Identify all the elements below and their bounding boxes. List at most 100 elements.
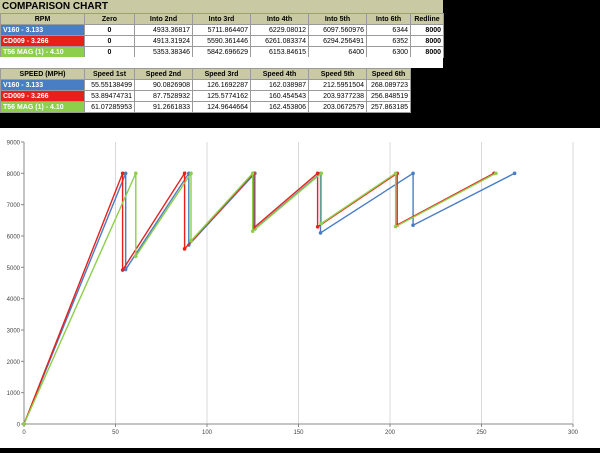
- empty-cell: [410, 79, 444, 91]
- rpm-row-label: CD009 - 3.266: [0, 35, 85, 47]
- rpm-table: RPM Zero Into 2nd Into 3rd Into 4th Into…: [0, 13, 444, 58]
- data-point: [182, 247, 187, 251]
- rpm-cell: 5842.696629: [192, 46, 251, 58]
- data-point: [393, 171, 398, 176]
- speed-row: CD009 - 3.266 53.89474731 87.7528932 125.57…: [0, 90, 444, 102]
- speed-table: SPEED (MPH) Speed 1st Speed 2nd Speed 3r…: [0, 68, 444, 113]
- data-point: [315, 224, 320, 229]
- rpm-cell: 6294.256491: [308, 35, 367, 47]
- speed-mph-header: SPEED (MPH): [0, 68, 85, 80]
- rpm-header-row: RPM Zero Into 2nd Into 3rd Into 4th Into…: [0, 13, 444, 25]
- speed-row: T56 MAG (1) - 4.10 61.07285953 91.2661833 1…: [0, 101, 444, 113]
- speed-cell: 55.55138499: [84, 79, 135, 91]
- empty-cell: [410, 101, 444, 113]
- speed-cell: 203.9377238: [308, 90, 367, 102]
- speed-1st-header: Speed 1st: [84, 68, 135, 80]
- into-5th-header: Into 5th: [308, 13, 367, 25]
- data-point: [494, 171, 498, 176]
- speed-cell: 257.863185: [366, 101, 411, 113]
- rpm-cell: 4933.36817: [134, 24, 193, 36]
- speed-4th-header: Speed 4th: [250, 68, 309, 80]
- speed-cell: 268.089723: [366, 79, 411, 91]
- rpm-row-label: T56 MAG (1) - 4.10: [0, 46, 85, 58]
- speed-cell: 162.453806: [250, 101, 309, 113]
- rpm-cell: 8000: [410, 35, 444, 47]
- rpm-cell: 0: [84, 24, 135, 36]
- rpm-cell: 4913.31924: [134, 35, 193, 47]
- rpm-cell: 6400: [308, 46, 367, 58]
- data-point: [318, 231, 323, 235]
- y-tick-label: 5000: [7, 266, 21, 272]
- data-point: [133, 254, 138, 259]
- rpm-row-label: V160 - 3.133: [0, 24, 85, 36]
- y-tick-label: 3000: [7, 329, 21, 335]
- speed-row: V160 - 3.133 55.55138499 90.0826908 126.169…: [0, 79, 444, 91]
- rpm-cell: 0: [84, 35, 135, 47]
- data-point: [250, 171, 255, 176]
- table-gap: [0, 57, 443, 68]
- data-point: [512, 171, 517, 176]
- speed-row-label: V160 - 3.133: [0, 79, 85, 91]
- x-tick-label: 100: [202, 430, 213, 436]
- rpm-cell: 6229.08012: [250, 24, 309, 36]
- y-tick-label: 7000: [7, 203, 21, 209]
- speed-cell: 160.454543: [250, 90, 309, 102]
- rpm-cell: 5590.361446: [192, 35, 251, 47]
- speed-cell: 162.038987: [250, 79, 309, 91]
- rpm-vs-speed-chart: 0 1000 2000 3000 4000 5000 6000 7000 8000 9000 0 50…: [7, 141, 579, 437]
- into-4th-header: Into 4th: [250, 13, 309, 25]
- speed-3rd-header: Speed 3rd: [192, 68, 251, 80]
- speed-cell: 90.0826908: [134, 79, 193, 91]
- rpm-cell: 6300: [366, 46, 411, 58]
- zero-header: Zero: [84, 13, 135, 25]
- rpm-cell: 8000: [410, 24, 444, 36]
- rpm-cell: 5353.38346: [134, 46, 193, 58]
- speed-5th-header: Speed 5th: [308, 68, 367, 80]
- data-point: [411, 171, 415, 176]
- rpm-cell: 5711.864407: [192, 24, 251, 36]
- chart-area: 0 1000 2000 3000 4000 5000 6000 7000 8000 9000 0 50…: [0, 128, 600, 448]
- data-point: [133, 171, 138, 176]
- y-tick-label: 2000: [7, 360, 21, 366]
- x-tick-label: 150: [293, 430, 304, 436]
- y-tick-label: 0: [17, 423, 21, 429]
- speed-cell: 53.89474731: [84, 90, 135, 102]
- rpm-cell: 6261.083374: [250, 35, 309, 47]
- speed-cell: 124.9644664: [192, 101, 251, 113]
- x-tick-label: 200: [385, 430, 396, 436]
- data-point: [250, 229, 255, 233]
- speed-6th-header: Speed 6th: [366, 68, 411, 80]
- data-point: [22, 422, 26, 426]
- x-tick-label: 250: [476, 430, 487, 436]
- speed-cell: 87.7528932: [134, 90, 193, 102]
- speed-header-row: SPEED (MPH) Speed 1st Speed 2nd Speed 3r…: [0, 68, 444, 80]
- data-point: [120, 268, 125, 272]
- speed-cell: 91.2661833: [134, 101, 193, 113]
- series-line: [23, 170, 497, 425]
- y-tick-label: 8000: [7, 172, 21, 178]
- y-tick-label: 6000: [7, 235, 21, 241]
- speed-cell: 61.07285953: [84, 101, 135, 113]
- data-point: [120, 171, 125, 176]
- rpm-header: RPM: [0, 13, 85, 25]
- comparison-chart-title: COMPARISON CHART: [0, 0, 443, 13]
- speed-row-label: T56 MAG (1) - 4.10: [0, 101, 85, 113]
- x-tick-label: 0: [22, 430, 26, 436]
- speed-cell: 256.848519: [366, 90, 411, 102]
- rpm-row: CD009 - 3.266 0 4913.31924 5590.361446 6261.…: [0, 35, 444, 47]
- data-point: [189, 171, 193, 176]
- speed-cell: 203.0672579: [308, 101, 367, 113]
- rpm-cell: 6097.560976: [308, 24, 367, 36]
- empty-cell: [410, 90, 444, 102]
- x-tick-label: 300: [568, 430, 579, 436]
- rpm-cell: 6352: [366, 35, 411, 47]
- data-point: [189, 239, 193, 243]
- data-point: [411, 223, 415, 228]
- into-6th-header: Into 6th: [366, 13, 411, 25]
- data-point: [319, 221, 324, 226]
- speed-cell: 125.5774162: [192, 90, 251, 102]
- rpm-row: T56 MAG (1) - 4.10 0 5353.38346 5842.696629…: [0, 46, 444, 58]
- rpm-row: V160 - 3.133 0 4933.36817 5711.864407 6229.0…: [0, 24, 444, 36]
- x-tick-label: 50: [112, 430, 119, 436]
- rpm-cell: 8000: [410, 46, 444, 58]
